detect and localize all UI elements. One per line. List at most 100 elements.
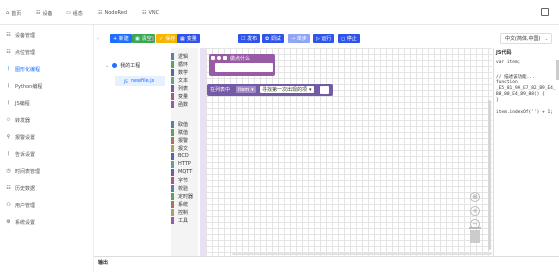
category-item[interactable]: 取值 (171, 120, 188, 128)
category-color-bar (171, 84, 174, 92)
category-item[interactable]: 字节 (171, 176, 188, 184)
list-icon: ☷ (98, 10, 103, 16)
run-button[interactable]: ▷ 运行 (313, 34, 335, 43)
list-variable-value: item (238, 86, 250, 93)
tree-root[interactable]: ⌄ 我的工程 (105, 62, 141, 70)
category-item[interactable]: 列表 (171, 84, 188, 92)
category-item[interactable]: 系统 (171, 200, 188, 208)
vars-label: 变量 (186, 36, 197, 42)
project-icon (112, 63, 118, 68)
language-select[interactable]: 中文(简体,中国) ⌄ (500, 33, 552, 44)
category-item[interactable]: 循环 (171, 60, 188, 68)
monitor-icon: ▭ (66, 10, 71, 16)
code-icon: ⟩ (7, 151, 10, 157)
trash-icon: ▣ (135, 35, 140, 42)
nav-scada[interactable]: ▭ 组态 (66, 9, 83, 17)
sidebar-item-label: 历史数据 (15, 185, 36, 192)
category-item[interactable]: 赋值 (171, 128, 188, 136)
nav-devices[interactable]: ☷ 设备 (36, 9, 53, 17)
sidebar-item-settings[interactable]: ⚙ 系统设置 (6, 217, 35, 227)
help-icon[interactable] (217, 56, 221, 60)
sidebar-item-forwarder[interactable]: ♲ 转发器 (6, 115, 30, 125)
equals-icon (152, 36, 154, 41)
function-block[interactable]: 做点什么 (209, 54, 275, 76)
category-label: 赋值 (178, 129, 189, 136)
category-label: BCD (178, 153, 189, 159)
category-color-bar (171, 168, 174, 176)
category-item[interactable]: 校验 (171, 184, 188, 192)
category-label: 文本 (178, 77, 189, 84)
list-index-block[interactable]: 在列表中 item ▾ 寻找第一次出现的项 ▾ (207, 84, 333, 96)
code-icon: ⟩ (7, 100, 10, 106)
new-button[interactable]: + 新建 (110, 34, 132, 43)
zoom-in-icon[interactable]: + (470, 206, 480, 216)
tree-root-label: 我的工程 (120, 63, 141, 69)
sidebar-item-graphical[interactable]: ⟩ 图形化编程 (6, 64, 41, 74)
workspace-vertical-scrollbar[interactable] (488, 100, 491, 250)
category-item[interactable]: 工具 (171, 216, 188, 224)
category-label: 逻辑 (178, 53, 189, 60)
sidebar-item-python[interactable]: ⟩ Python编程 (6, 81, 43, 91)
category-color-bar (171, 76, 174, 84)
nav-nodered[interactable]: ☷ NodeRed (98, 9, 127, 17)
category-item[interactable]: 控制 (171, 208, 188, 216)
category-item[interactable]: 函数 (171, 100, 188, 108)
category-item[interactable]: MQTT (171, 168, 192, 176)
sidebar-item-points[interactable]: ☷ 点位管理 (6, 47, 35, 57)
category-color-bar (171, 152, 174, 160)
category-color-bar (171, 52, 174, 60)
save-button[interactable]: ✓ 保存 (156, 34, 179, 43)
category-item[interactable]: 变量 (171, 92, 188, 100)
category-label: 工具 (178, 217, 189, 224)
debug-button[interactable]: ✿ 调试 (262, 34, 284, 43)
trash-icon[interactable] (468, 227, 482, 243)
stop-button[interactable]: ◻ 停止 (338, 34, 360, 43)
value-input-slot[interactable] (320, 86, 329, 94)
category-color-bar (171, 208, 174, 216)
tree-file-item[interactable]: JS newfile.js (115, 76, 165, 86)
chevron-down-icon: ⌄ (544, 35, 549, 42)
sidebar-item-label: 用户管理 (15, 202, 36, 209)
block-workspace[interactable] (200, 48, 492, 256)
workspace-horizontal-scrollbar[interactable] (232, 253, 492, 255)
category-item[interactable]: BCD (171, 152, 189, 160)
sidebar-item-device-mgmt[interactable]: ☷ 设备管理 (6, 30, 35, 40)
function-name-field[interactable]: 做点什么 (230, 55, 250, 62)
category-item[interactable]: 报警 (171, 136, 188, 144)
category-item[interactable]: 数学 (171, 68, 188, 76)
recenter-icon[interactable]: ⊕ (470, 192, 480, 202)
sidebar-item-label: 图形化编程 (15, 66, 41, 73)
category-color-bar (171, 128, 174, 136)
category-item[interactable]: 逻辑 (171, 52, 188, 60)
category-item[interactable]: 定时器 (171, 192, 193, 200)
user-menu-icon[interactable] (541, 8, 549, 16)
nav-home[interactable]: ⌂ 首页 (6, 9, 21, 17)
category-label: 校验 (178, 185, 189, 192)
list-variable-dropdown[interactable]: item ▾ (236, 86, 256, 93)
nav-vnc[interactable]: ☷ VNC (142, 9, 159, 17)
collapse-icon[interactable]: ‹ (97, 36, 101, 42)
sidebar-item-users[interactable]: ⚇ 用户管理 (6, 200, 35, 210)
sidebar-item-history[interactable]: ☷ 历史数据 (6, 183, 35, 193)
category-color-bar (171, 192, 174, 200)
nav-label: 组态 (72, 10, 83, 17)
sidebar-item-alarm[interactable]: ⚲ 报警设置 (6, 132, 35, 142)
sidebar-item-notify[interactable]: ⟩ 告诉设置 (6, 149, 36, 159)
sidebar-item-schedule[interactable]: ◷ 时间表管理 (6, 166, 40, 176)
code-icon: ⟩ (7, 66, 10, 72)
comment-icon[interactable] (223, 56, 227, 60)
step-button[interactable]: → 单步 (288, 34, 310, 43)
chevron-down-icon: ▾ (309, 86, 312, 93)
vars-button[interactable]: ▦ 变量 (177, 34, 200, 43)
list-op-dropdown[interactable]: 寻找第一次出现的项 ▾ (260, 86, 314, 93)
nav-label: VNC (148, 10, 160, 16)
code-icon: ⟩ (7, 83, 10, 89)
gear-icon[interactable] (211, 56, 215, 60)
publish-button[interactable]: ☐ 发布 (238, 34, 261, 43)
category-item[interactable]: 文本 (171, 76, 188, 84)
category-item[interactable]: 报文 (171, 144, 188, 152)
sidebar-item-js[interactable]: ⟩ JS编程 (6, 98, 30, 108)
category-color-bar (171, 184, 174, 192)
category-item[interactable]: HTTP (171, 160, 191, 168)
chevron-down-icon: ▾ (251, 86, 254, 93)
